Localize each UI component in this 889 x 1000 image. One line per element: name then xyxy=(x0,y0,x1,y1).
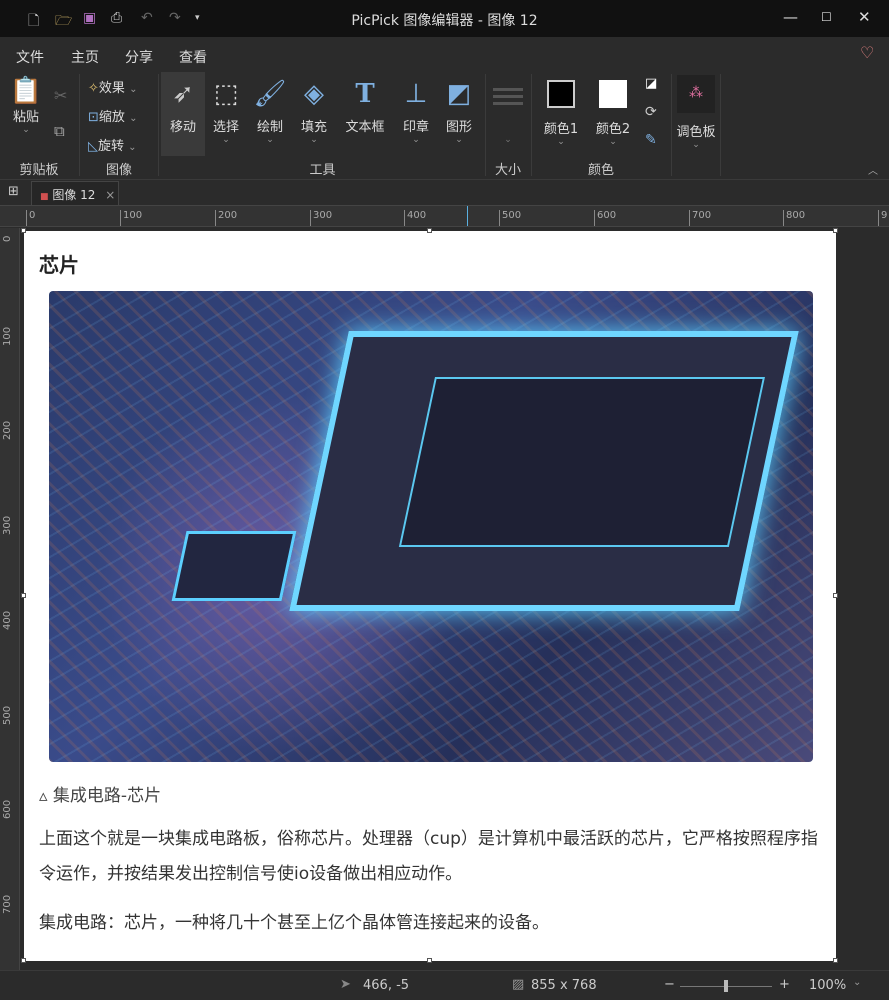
fill-bucket-icon: ◈ xyxy=(304,79,324,109)
rotate-button[interactable]: ◺旋转 ⌄ xyxy=(88,135,137,154)
resize-handle[interactable] xyxy=(833,958,838,963)
paragraph-1: 上面这个就是一块集成电路板，俗称芯片。处理器（cup）是计算机中最活跃的芯片，它… xyxy=(39,829,818,884)
shape-icon: ◩ xyxy=(446,79,472,109)
cut-icon[interactable]: ✂ xyxy=(54,86,67,105)
window-title: PicPick 图像编辑器 - 图像 12 xyxy=(351,13,538,29)
stamp-icon: ⊥ xyxy=(404,79,428,109)
collapse-ribbon-icon[interactable]: ︿ xyxy=(868,162,878,177)
selection-icon: ⬚ xyxy=(213,79,239,109)
text-icon: T xyxy=(355,79,375,109)
tool-stamp[interactable]: ⊥ 印章 ⌄ xyxy=(394,72,438,156)
color1-button[interactable]: 颜色1 ⌄ xyxy=(538,78,584,147)
color2-button[interactable]: 颜色2 ⌄ xyxy=(590,78,636,147)
circuit-board-photo xyxy=(49,291,813,762)
refresh-icon[interactable]: ⟳ xyxy=(645,104,657,120)
copy-icon[interactable]: ⧉ xyxy=(54,122,65,140)
tool-draw[interactable]: 🖌 绘制 ⌄ xyxy=(248,72,292,156)
image-caption: ▵ 集成电路-芯片 xyxy=(39,786,162,806)
resize-handle[interactable] xyxy=(21,593,26,598)
cursor-position: 466, -5 xyxy=(363,978,410,993)
paragraph-2: 集成电路：芯片，一种将几十个甚至上亿个晶体管连接起来的设备。 xyxy=(39,913,549,933)
tool-textbox[interactable]: T 文本框 xyxy=(340,72,390,156)
ribbon: 📋 粘贴 ⌄ ✂ ⧉ 剪贴板 ✧效果 ⌄ ⊡缩放 ⌄ ◺旋转 ⌄ 图像 ➶ 移动 … xyxy=(0,70,889,180)
eyedropper-icon[interactable]: ✎ xyxy=(645,132,657,148)
group-size: 大小 xyxy=(494,163,521,178)
menu-home[interactable]: 主页 xyxy=(71,47,99,72)
group-image: 图像 xyxy=(105,163,132,178)
tab-close-icon[interactable]: × xyxy=(105,188,115,202)
effects-button[interactable]: ✧效果 ⌄ xyxy=(88,77,137,96)
grid-view-icon[interactable]: ⊞ xyxy=(8,184,19,199)
heart-icon[interactable]: ♡ xyxy=(860,43,874,62)
zoom-dropdown-icon[interactable]: ⌄ xyxy=(853,977,861,988)
palette-button[interactable]: ⁂ 调色板 ⌄ xyxy=(674,75,718,150)
menu-view[interactable]: 查看 xyxy=(179,47,207,67)
image-size: 855 x 768 xyxy=(531,978,597,993)
zoom-slider[interactable] xyxy=(680,980,772,992)
minimize-button[interactable]: — xyxy=(783,8,798,26)
zoom-slider-thumb[interactable] xyxy=(724,980,728,992)
vertical-ruler: 0 100 200 300 400 500 600 700 xyxy=(0,228,20,970)
chip-graphic xyxy=(289,331,799,611)
zoom-level[interactable]: 100% xyxy=(809,978,846,993)
cursor-icon: ➶ xyxy=(172,79,194,109)
resize-handle[interactable] xyxy=(833,228,838,233)
horizontal-ruler: 0 100 200 300 400 500 600 700 800 9 xyxy=(0,205,889,227)
resize-icon: ⊡ xyxy=(88,110,99,125)
zoom-in-button[interactable]: + xyxy=(779,977,790,992)
tool-shape[interactable]: ◩ 图形 ⌄ xyxy=(437,72,481,156)
palette-icon: ⁂ xyxy=(677,75,715,113)
canvas-image[interactable]: 芯片 ▵ 集成电路-芯片 上面这个就是一块集成电路板，俗称芯片。处理器（cup）… xyxy=(21,228,838,963)
tool-select[interactable]: ⬚ 选择 ⌄ xyxy=(204,72,248,156)
resize-handle[interactable] xyxy=(833,593,838,598)
doc-heading: 芯片 xyxy=(39,253,79,277)
resize-handle[interactable] xyxy=(21,958,26,963)
resize-handle[interactable] xyxy=(427,958,432,963)
effects-icon: ✧ xyxy=(88,81,99,96)
line-size-button[interactable]: ⌄ xyxy=(493,88,523,145)
menu-file[interactable]: 文件 xyxy=(16,47,44,67)
close-button[interactable]: ✕ xyxy=(858,8,871,26)
color1-swatch xyxy=(547,80,575,108)
title-bar: 🗋 🗁 ▣ ⎙ ↶ ↷ ▾ PicPick 图像编辑器 - 图像 12 — ☐ … xyxy=(0,0,889,37)
pointer-icon: ➤ xyxy=(340,977,351,992)
paste-button[interactable]: 📋 粘贴 ⌄ xyxy=(8,76,44,135)
resize-button[interactable]: ⊡缩放 ⌄ xyxy=(88,106,137,125)
resize-handle[interactable] xyxy=(427,228,432,233)
swap-colors-icon[interactable]: ◪ xyxy=(645,76,657,91)
tab-color-icon: ■ xyxy=(40,192,49,202)
brush-icon: 🖌 xyxy=(253,79,287,109)
tool-move[interactable]: ➶ 移动 xyxy=(161,72,205,156)
tab-bar: ⊞ ■ 图像 12 × xyxy=(0,180,889,205)
cursor-marker xyxy=(467,206,468,226)
paste-label: 粘贴 xyxy=(12,110,39,125)
zoom-out-button[interactable]: − xyxy=(664,977,675,992)
group-color: 颜色 xyxy=(587,163,614,178)
group-tools: 工具 xyxy=(309,163,336,178)
image-size-icon: ▨ xyxy=(512,977,525,992)
maximize-button[interactable]: ☐ xyxy=(821,10,832,24)
resize-handle[interactable] xyxy=(21,228,26,233)
tab-image-12[interactable]: ■ 图像 12 × xyxy=(31,181,119,205)
clipboard-icon: 📋 xyxy=(9,76,43,106)
group-clipboard: 剪贴板 xyxy=(19,163,59,178)
tool-fill[interactable]: ◈ 填充 ⌄ xyxy=(292,72,336,156)
menu-share[interactable]: 分享 xyxy=(125,47,153,67)
status-bar: ➤ 466, -5 ▨ 855 x 768 − + 100% ⌄ xyxy=(0,970,889,1000)
menu-bar: 文件 主页 分享 查看 ♡ xyxy=(0,37,889,72)
color2-swatch xyxy=(599,80,627,108)
rotate-icon: ◺ xyxy=(88,139,98,154)
